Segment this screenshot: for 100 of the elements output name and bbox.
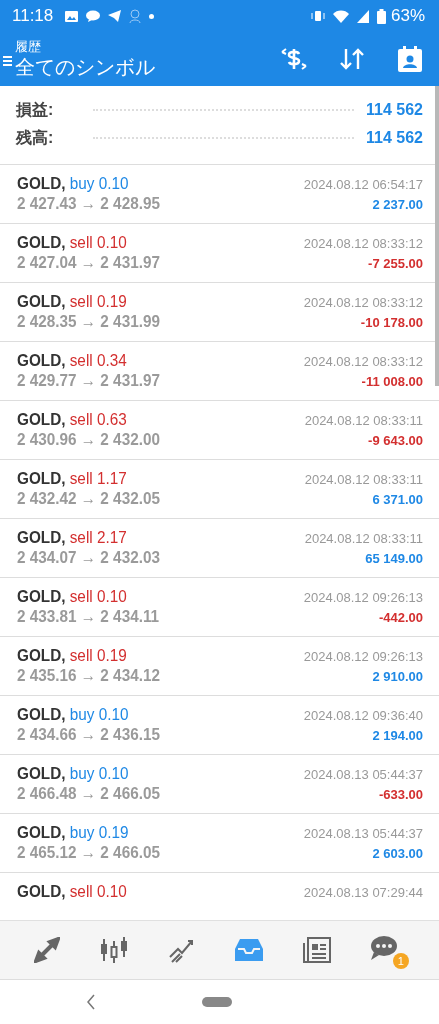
deal-row[interactable]: GOLD, sell 1.17 2024.08.12 08:33:11 2 432.42 → 2 432.05 6 371.00 — [0, 460, 439, 519]
deal-time: 2024.08.13 05:44:37 — [303, 826, 423, 841]
deal-profit: -9 643.00 — [368, 433, 423, 448]
deal-symbol: GOLD, — [17, 823, 66, 842]
summary-value: 114 562 — [366, 129, 423, 147]
calendar-icon — [398, 46, 422, 72]
deal-row[interactable]: GOLD, buy 0.10 2024.08.12 09:36:40 2 434.66 → 2 436.15 2 194.00 — [0, 696, 439, 755]
diagonal-arrows-icon — [34, 937, 61, 963]
battery-level: 63% — [390, 6, 425, 26]
sort-icon — [340, 48, 364, 70]
summary-value: 114 562 — [366, 101, 423, 119]
deal-time: 2024.08.12 09:26:13 — [303, 590, 423, 605]
deal-row[interactable]: GOLD, buy 0.19 2024.08.13 05:44:37 2 465.12 → 2 466.05 2 603.00 — [0, 814, 439, 873]
deal-side: sell 2.17 — [69, 528, 127, 547]
deal-row[interactable]: GOLD, sell 0.63 2024.08.12 08:33:11 2 430.96 → 2 432.00 -9 643.00 — [0, 401, 439, 460]
deal-prices: 2 465.12 → 2 466.05 — [17, 843, 160, 863]
send-icon — [108, 10, 122, 22]
wifi-icon — [332, 9, 349, 23]
deal-time: 2024.08.12 09:26:13 — [303, 649, 423, 664]
home-button[interactable] — [202, 997, 232, 1007]
deal-profit: 2 194.00 — [372, 728, 423, 743]
deal-time: 2024.08.12 08:33:11 — [304, 472, 423, 487]
dot-icon — [149, 13, 155, 19]
deal-row[interactable]: GOLD, sell 0.34 2024.08.12 08:33:12 2 429.77 → 2 431.97 -11 008.00 — [0, 342, 439, 401]
summary-label: 残高: — [16, 127, 54, 148]
deal-profit: 2 237.00 — [372, 197, 423, 212]
deal-time: 2024.08.12 08:33:11 — [304, 531, 423, 546]
deal-prices: 2 428.35 → 2 431.99 — [17, 312, 160, 332]
deal-row[interactable]: GOLD, sell 0.10 2024.08.12 09:26:13 2 433.81 → 2 434.11 -442.00 — [0, 578, 439, 637]
menu-button[interactable] — [0, 55, 15, 67]
deal-symbol: GOLD, — [17, 410, 66, 429]
deal-time: 2024.08.12 06:54:17 — [303, 177, 423, 192]
deal-side: buy 0.10 — [69, 705, 129, 724]
summary-label: 損益: — [16, 99, 54, 120]
signal-icon — [356, 9, 369, 23]
deal-prices: 2 427.43 → 2 428.95 — [17, 194, 160, 214]
deal-side: sell 0.19 — [69, 646, 127, 665]
deal-symbol: GOLD, — [17, 764, 66, 783]
deal-time: 2024.08.12 08:33:12 — [303, 354, 423, 369]
deal-side: buy 0.19 — [69, 823, 129, 842]
deal-time: 2024.08.13 07:29:44 — [303, 885, 423, 900]
vibrate-icon — [310, 10, 325, 22]
deal-time: 2024.08.12 09:36:40 — [303, 708, 423, 723]
deal-row[interactable]: GOLD, sell 2.17 2024.08.12 08:33:11 2 434.07 → 2 432.03 65 149.00 — [0, 519, 439, 578]
deal-profit: 6 371.00 — [372, 492, 423, 507]
deal-side: buy 0.10 — [69, 764, 129, 783]
deal-side: sell 0.10 — [69, 882, 127, 901]
chat-bubble-icon — [86, 10, 101, 22]
deal-symbol: GOLD, — [17, 469, 66, 488]
deal-prices: 2 435.16 → 2 434.12 — [17, 666, 160, 686]
back-icon[interactable] — [86, 994, 96, 1010]
deal-prices: 2 427.04 → 2 431.97 — [17, 253, 160, 273]
deal-row[interactable]: GOLD, buy 0.10 2024.08.12 06:54:17 2 427.43 → 2 428.95 2 237.00 — [0, 165, 439, 224]
deal-symbol: GOLD, — [17, 351, 66, 370]
deal-row[interactable]: GOLD, sell 0.10 2024.08.12 08:33:12 2 427.04 → 2 431.97 -7 255.00 — [0, 224, 439, 283]
deal-prices: 2 433.81 → 2 434.11 — [17, 607, 160, 627]
deal-profit: 2 603.00 — [372, 846, 423, 861]
deal-time: 2024.08.12 08:33:12 — [303, 295, 423, 310]
deal-symbol: GOLD, — [17, 587, 66, 606]
deal-profit: -633.00 — [378, 787, 423, 802]
deal-profit: -442.00 — [378, 610, 423, 625]
deal-profit: 2 910.00 — [372, 669, 423, 684]
deal-symbol: GOLD, — [17, 292, 66, 311]
chat-icon — [370, 935, 399, 961]
deal-row[interactable]: GOLD, sell 0.19 2024.08.12 08:33:12 2 428.35 → 2 431.99 -10 178.00 — [0, 283, 439, 342]
symbol-filter-title[interactable]: 全てのシンボル — [15, 53, 265, 80]
battery-icon — [376, 8, 386, 24]
deal-prices: 2 430.96 → 2 432.00 — [17, 430, 160, 450]
deal-side: sell 1.17 — [69, 469, 127, 488]
deal-symbol: GOLD, — [17, 882, 66, 901]
deal-side: sell 0.34 — [69, 351, 127, 370]
deal-prices: 2 466.48 → 2 466.05 — [17, 784, 160, 804]
deal-profit: 65 149.00 — [365, 551, 423, 566]
deal-symbol: GOLD, — [17, 646, 66, 665]
deal-row[interactable]: GOLD, sell 0.19 2024.08.12 09:26:13 2 435.16 → 2 434.12 2 910.00 — [0, 637, 439, 696]
deal-symbol: GOLD, — [17, 174, 66, 193]
deal-profit: -11 008.00 — [361, 374, 423, 389]
deal-side: sell 0.10 — [69, 233, 127, 252]
deal-prices: 2 432.42 → 2 432.05 — [17, 489, 160, 509]
deal-symbol: GOLD, — [17, 528, 66, 547]
deal-side: sell 0.63 — [69, 410, 127, 429]
deal-row[interactable]: GOLD, buy 0.10 2024.08.13 05:44:37 2 466.48 → 2 466.05 -633.00 — [0, 755, 439, 814]
image-icon — [65, 10, 79, 22]
deal-symbol: GOLD, — [17, 705, 66, 724]
deal-side: sell 0.10 — [69, 587, 127, 606]
deal-side: sell 0.19 — [69, 292, 127, 311]
deal-profit: -10 178.00 — [360, 315, 423, 330]
trend-lines-icon — [168, 937, 195, 963]
deal-symbol: GOLD, — [17, 233, 66, 252]
deal-time: 2024.08.12 08:33:12 — [303, 236, 423, 251]
deal-profit: -7 255.00 — [368, 256, 423, 271]
deal-prices: 2 434.66 → 2 436.15 — [17, 725, 160, 745]
deal-time: 2024.08.12 08:33:11 — [304, 413, 423, 428]
newspaper-icon — [302, 937, 331, 963]
notification-badge: 1 — [392, 953, 409, 969]
currency-exchange-icon — [280, 46, 308, 72]
deal-time: 2024.08.13 05:44:37 — [303, 767, 423, 782]
candlestick-icon — [100, 937, 129, 963]
deal-prices: 2 429.77 → 2 431.97 — [17, 371, 160, 391]
inbox-icon — [234, 937, 263, 963]
